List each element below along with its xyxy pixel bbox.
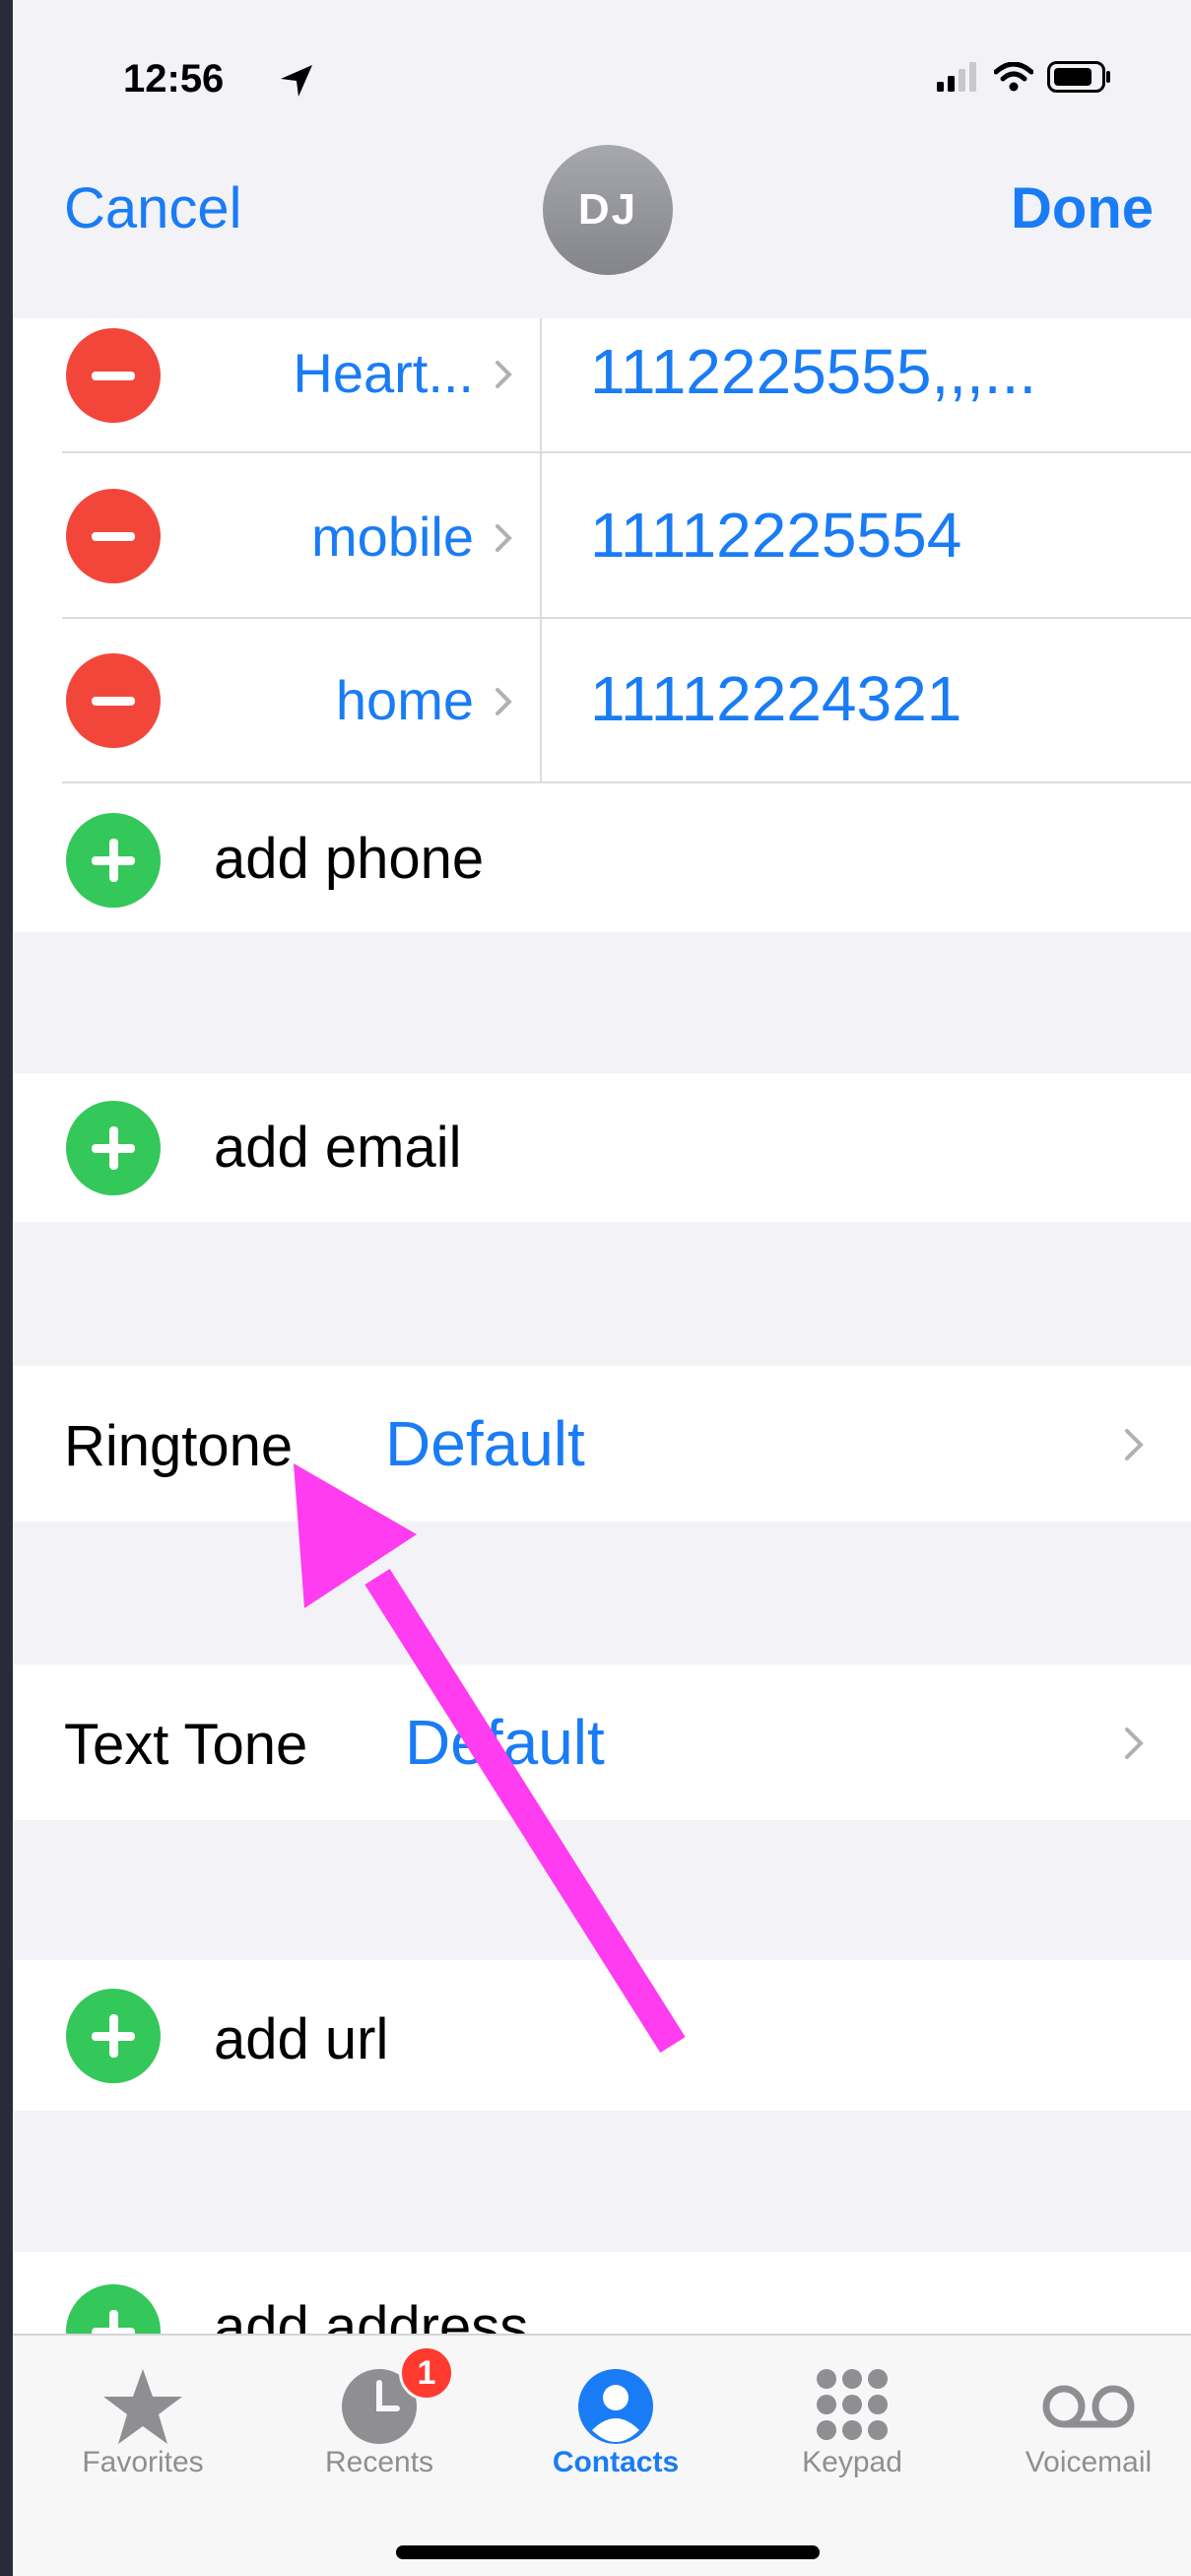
chevron-right-icon xyxy=(496,524,512,552)
battery-icon xyxy=(1047,61,1110,93)
phone-number-field[interactable]: 11112224321 xyxy=(590,662,961,735)
delete-phone-button[interactable] xyxy=(66,328,161,423)
delete-phone-button[interactable] xyxy=(66,489,161,583)
keypad-icon xyxy=(817,2369,888,2440)
chevron-right-icon xyxy=(1125,1429,1144,1460)
status-time: 12:56 xyxy=(123,57,225,101)
add-email-row[interactable] xyxy=(13,1073,1191,1222)
tab-bar: Favorites Recents Contacts Keypad Voicem… xyxy=(13,2334,1191,2576)
phone-section xyxy=(13,318,1191,932)
location-arrow-icon xyxy=(281,65,312,97)
contact-avatar[interactable]: DJ xyxy=(543,145,673,275)
person-circle-icon xyxy=(578,2369,653,2444)
add-phone-label: add phone xyxy=(214,827,485,891)
ringtone-title: Ringtone xyxy=(64,1414,294,1478)
add-url-row[interactable] xyxy=(13,1960,1191,2111)
done-button[interactable]: Done xyxy=(1011,175,1154,241)
label-divider xyxy=(540,318,542,781)
phone-label-button[interactable]: mobile xyxy=(311,505,474,569)
voicemail-icon xyxy=(1042,2385,1135,2428)
phone-number-field[interactable]: 11112225554 xyxy=(590,499,961,572)
star-icon xyxy=(103,2369,182,2444)
home-indicator[interactable] xyxy=(396,2545,820,2559)
tab-label: Recents xyxy=(324,2446,434,2478)
text-tone-value: Default xyxy=(405,1707,605,1778)
tab-label: Contacts xyxy=(552,2446,680,2478)
tab-label: Keypad xyxy=(802,2446,902,2478)
delete-phone-button[interactable] xyxy=(66,653,161,748)
phone-label-button[interactable]: Heart... xyxy=(293,341,474,405)
chevron-right-icon xyxy=(1125,1728,1144,1759)
phone-label-button[interactable]: home xyxy=(336,668,474,732)
add-url-label: add url xyxy=(214,2007,389,2071)
chevron-right-icon xyxy=(496,688,512,715)
phone-number-field[interactable]: 1112225555,,,... xyxy=(590,335,1036,408)
text-tone-title: Text Tone xyxy=(64,1713,308,1777)
tab-recents[interactable]: Recents xyxy=(261,2336,497,2483)
row-separator xyxy=(62,617,1191,619)
tab-label: Voicemail xyxy=(1025,2446,1153,2478)
screen-bezel xyxy=(0,0,13,2576)
tab-label: Favorites xyxy=(82,2446,204,2478)
add-url-button[interactable] xyxy=(66,1989,161,2083)
cellular-signal-icon xyxy=(937,62,976,92)
tab-contacts[interactable]: Contacts xyxy=(497,2336,734,2483)
tab-voicemail[interactable]: Voicemail xyxy=(970,2336,1191,2483)
chevron-right-icon xyxy=(496,361,512,388)
wifi-icon xyxy=(994,62,1033,92)
phone-screen: 12:56 Cancel DJ Done Heart... 1112225555… xyxy=(13,0,1191,2576)
add-email-button[interactable] xyxy=(66,1101,161,1195)
status-indicators xyxy=(937,61,1112,93)
ringtone-value: Default xyxy=(385,1408,585,1479)
tab-keypad[interactable]: Keypad xyxy=(734,2336,970,2483)
add-email-label: add email xyxy=(214,1116,462,1180)
cancel-button[interactable]: Cancel xyxy=(64,175,242,241)
tab-favorites[interactable]: Favorites xyxy=(25,2336,261,2483)
row-separator xyxy=(62,781,1191,783)
row-separator xyxy=(62,451,1191,453)
add-phone-button[interactable] xyxy=(66,813,161,908)
recents-badge: 1 xyxy=(399,2345,454,2401)
avatar-initials: DJ xyxy=(577,185,638,234)
